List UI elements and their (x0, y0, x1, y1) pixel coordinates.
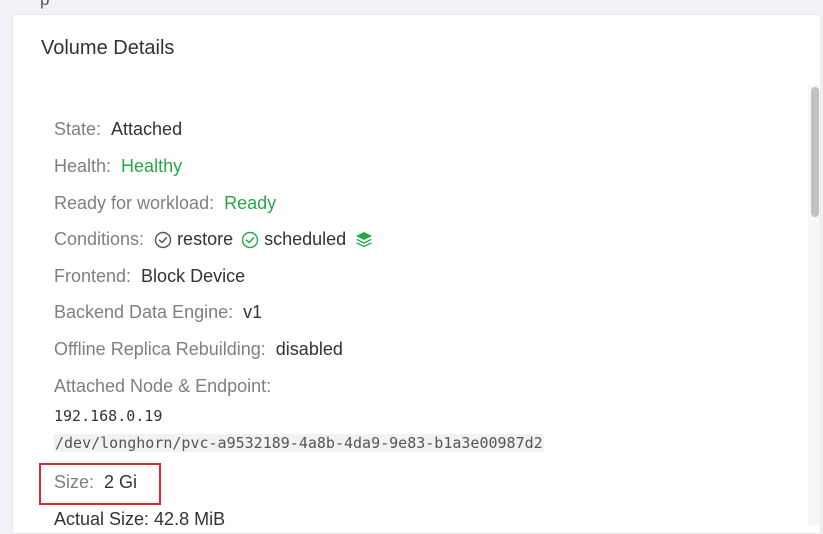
size-row: Size: 2 Gi (54, 472, 137, 493)
health-row: Health: Healthy (54, 156, 182, 177)
attached-node-label: Attached Node & Endpoint: (54, 376, 272, 396)
offline-rebuilding-value: disabled (275, 339, 343, 359)
frontend-value: Block Device (141, 266, 246, 286)
backend-value: v1 (243, 302, 263, 322)
node-ip-row: 192.168.0.19 (54, 407, 162, 425)
offline-rebuilding-row: Offline Replica Rebuilding: disabled (54, 339, 343, 360)
size-value: 2 Gi (104, 472, 138, 492)
check-circle-icon (241, 231, 259, 248)
backend-row: Backend Data Engine: v1 (54, 302, 262, 323)
condition-restore: restore (154, 229, 233, 250)
ready-row: Ready for workload: Ready (54, 193, 276, 214)
actual-size-partial: Actual Size: 42.8 MiB (54, 509, 226, 529)
ready-value: Ready (224, 193, 277, 213)
frontend-label: Frontend: (54, 266, 132, 286)
actual-size-row-partial: Actual Size: 42.8 MiB (54, 509, 225, 530)
health-value: Healthy (121, 156, 183, 176)
conditions-label: Conditions: (54, 229, 145, 249)
state-row: State: Attached (54, 119, 182, 140)
state-value: Attached (111, 119, 183, 139)
condition-label: restore (177, 229, 234, 249)
conditions-row: Conditions: restore scheduled (54, 229, 374, 250)
offline-rebuilding-label: Offline Replica Rebuilding: (54, 339, 266, 359)
attached-node-row: Attached Node & Endpoint: (54, 376, 281, 397)
check-circle-icon (154, 231, 172, 248)
size-label: Size: (54, 472, 95, 492)
backend-label: Backend Data Engine: (54, 302, 234, 322)
card-title: Volume Details (41, 37, 175, 59)
top-strip: p (0, 0, 823, 14)
health-label: Health: (54, 156, 112, 176)
frontend-row: Frontend: Block Device (54, 266, 245, 287)
scrollbar-thumb[interactable] (811, 87, 819, 217)
layers-icon[interactable] (354, 230, 374, 250)
previous-section-text: p (40, 0, 49, 10)
state-label: State: (54, 119, 102, 139)
condition-label: scheduled (264, 229, 347, 249)
endpoint-row: /dev/longhorn/pvc-a9532189-4a8b-4da9-9e8… (54, 434, 544, 452)
endpoint-path: /dev/longhorn/pvc-a9532189-4a8b-4da9-9e8… (54, 434, 544, 452)
volume-details-card: Volume Details State: Attached Health: H… (12, 14, 821, 534)
ready-label: Ready for workload: (54, 193, 215, 213)
condition-scheduled: scheduled (241, 229, 346, 250)
node-ip: 192.168.0.19 (54, 407, 163, 425)
